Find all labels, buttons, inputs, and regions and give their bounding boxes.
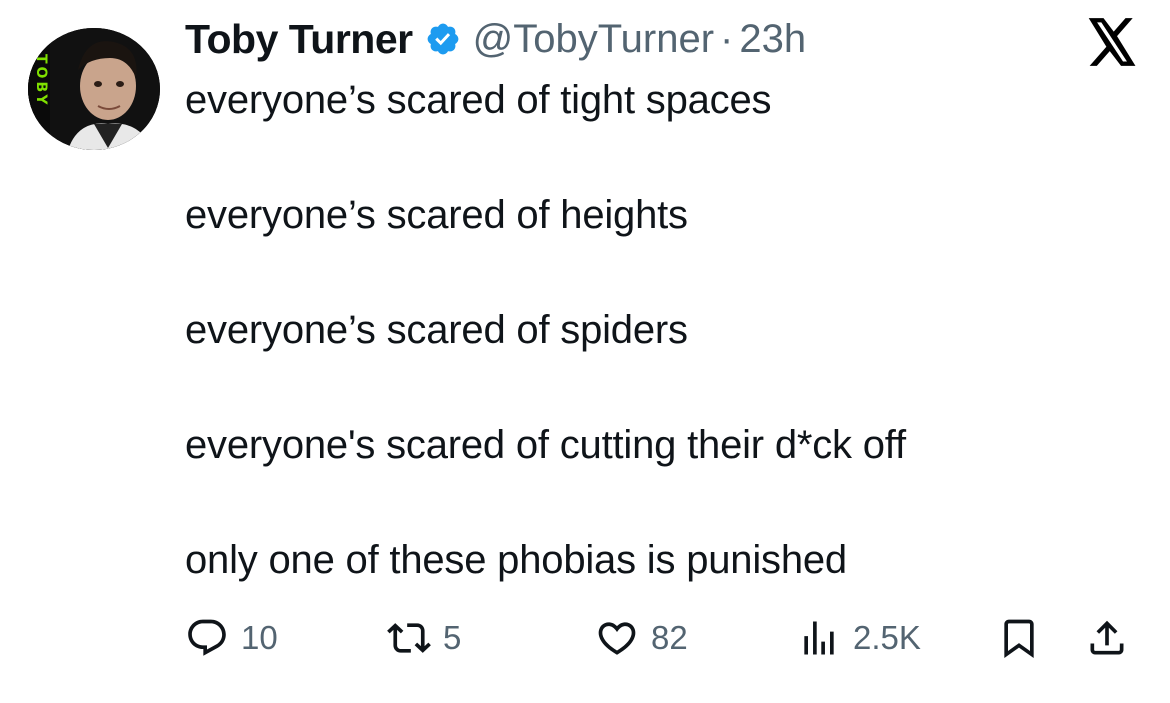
separator-dot: · — [720, 16, 734, 61]
tweet-text: everyone’s scared of tight spaces everyo… — [185, 72, 1145, 589]
avatar-text: TOBY — [33, 54, 49, 108]
handle[interactable]: @TobyTurner — [473, 17, 714, 62]
heart-icon — [595, 616, 639, 660]
bookmark-button[interactable] — [997, 612, 1041, 664]
like-button[interactable]: 82 — [595, 612, 688, 664]
tweet-line: everyone's scared of cutting their d*ck … — [185, 423, 906, 467]
views-count: 2.5K — [853, 619, 921, 656]
avatar[interactable]: TOBY — [28, 28, 160, 150]
retweet-icon — [387, 616, 431, 660]
display-name[interactable]: Toby Turner — [185, 16, 413, 63]
share-icon — [1085, 616, 1129, 660]
views-button[interactable]: 2.5K — [797, 612, 921, 664]
retweet-button[interactable]: 5 — [387, 612, 461, 664]
avatar-image: TOBY — [28, 28, 160, 150]
tweet-line: everyone’s scared of spiders — [185, 308, 688, 352]
reply-icon — [185, 616, 229, 660]
views-icon — [797, 616, 841, 660]
like-count: 82 — [651, 619, 688, 656]
tweet-line: only one of these phobias is punished — [185, 538, 847, 582]
x-logo-icon — [1086, 18, 1138, 66]
share-button[interactable] — [1085, 612, 1129, 664]
reply-count: 10 — [241, 619, 278, 656]
retweet-count: 5 — [443, 619, 462, 656]
tweet-card: TOBY Toby Turner @TobyTurner · 23h every… — [0, 0, 1170, 703]
reply-button[interactable]: 10 — [185, 612, 278, 664]
verified-badge-icon — [425, 21, 461, 57]
tweet-header: Toby Turner @TobyTurner · 23h — [185, 14, 806, 64]
tweet-line: everyone’s scared of tight spaces — [185, 78, 772, 122]
action-bar: 10 5 82 2.5K — [185, 612, 1145, 664]
tweet-line: everyone’s scared of heights — [185, 193, 688, 237]
bookmark-icon — [997, 616, 1041, 660]
timestamp[interactable]: 23h — [739, 17, 806, 62]
